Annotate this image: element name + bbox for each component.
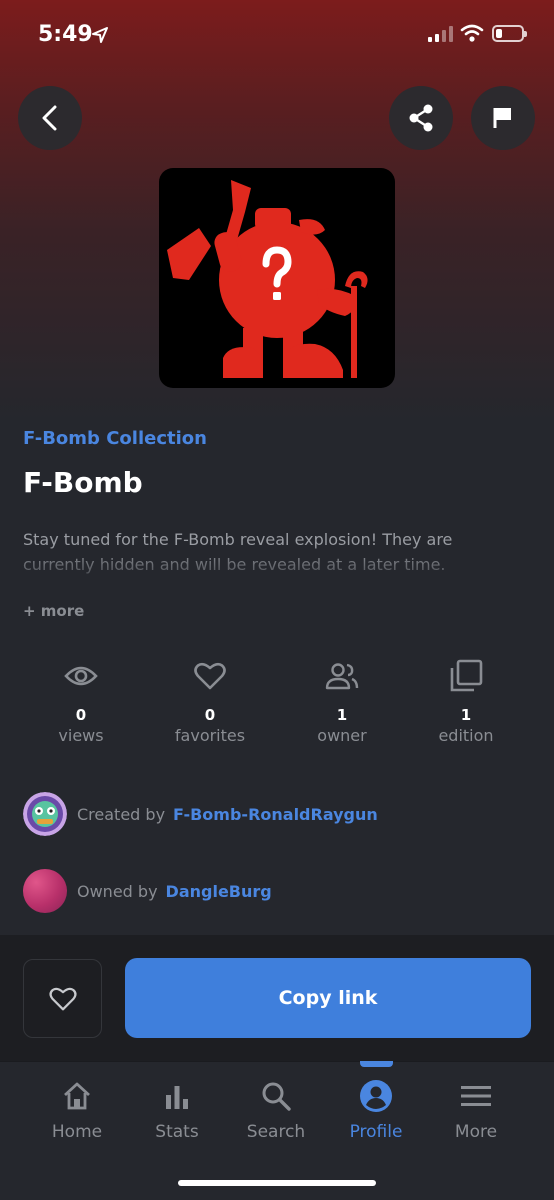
owner-count: 1 [336,706,348,724]
creator-avatar[interactable] [23,792,67,836]
search-icon [262,1082,291,1111]
profile-icon [360,1080,392,1112]
location-arrow-icon [92,27,108,43]
heart-icon [48,987,77,1010]
wifi-icon [460,24,484,42]
status-bar: 5:49 [0,0,554,70]
tab-more-label: More [454,1122,498,1142]
description-fade [0,545,554,585]
people-icon [325,663,359,690]
tab-stats-label: Stats [155,1122,199,1142]
share-icon [409,104,433,132]
creator-link[interactable]: F-Bomb-RonaldRaygun [173,805,378,824]
home-indicator [178,1180,376,1186]
stat-editions: 1 edition [411,656,521,745]
owner-label: owner [317,726,367,745]
tab-profile-label: Profile [349,1122,403,1142]
creator-row: Created by F-Bomb-RonaldRaygun [23,792,378,836]
stat-views: 0 views [26,656,136,745]
edition-label: edition [438,726,494,745]
tab-home-label: Home [51,1122,103,1142]
share-button[interactable] [389,86,453,150]
creator-prefix: Created by [77,804,166,824]
home-icon [64,1082,90,1110]
flag-icon [493,108,511,128]
heart-icon [194,662,226,690]
favorites-count: 0 [204,706,216,724]
copies-icon [450,659,483,692]
favorite-button[interactable] [23,959,102,1038]
active-tab-indicator [360,1061,393,1067]
report-button[interactable] [471,86,535,150]
views-count: 0 [75,706,87,724]
status-time: 5:49 [38,22,93,47]
tab-stats[interactable]: Stats [127,1078,227,1142]
tab-search-label: Search [246,1122,306,1142]
item-title: F-Bomb [23,466,143,499]
collection-link[interactable]: F-Bomb Collection [23,428,207,449]
eye-icon [64,666,98,686]
owner-avatar[interactable] [23,869,67,913]
bomb-mystery-icon [167,180,368,378]
chevron-left-icon [42,105,57,131]
edition-count: 1 [460,706,472,724]
copy-link-button[interactable]: Copy link [125,958,531,1038]
item-artwork[interactable] [159,168,395,388]
battery-icon [492,25,527,42]
tab-more[interactable]: More [426,1078,526,1142]
stat-favorites: 0 favorites [155,656,265,745]
tab-profile[interactable]: Profile [326,1078,426,1142]
back-button[interactable] [18,86,82,150]
stats-icon [166,1086,188,1109]
show-more-button[interactable]: + more [23,602,84,620]
stat-owners: 1 owner [287,656,397,745]
menu-icon [461,1086,491,1106]
cellular-signal-icon [428,26,453,42]
owner-prefix: Owned by [77,881,158,901]
favorites-label: favorites [174,726,246,745]
tab-home[interactable]: Home [27,1078,127,1142]
views-label: views [58,726,104,745]
tab-search[interactable]: Search [226,1078,326,1142]
owner-link[interactable]: DangleBurg [166,882,272,901]
owner-row: Owned by DangleBurg [23,869,272,913]
